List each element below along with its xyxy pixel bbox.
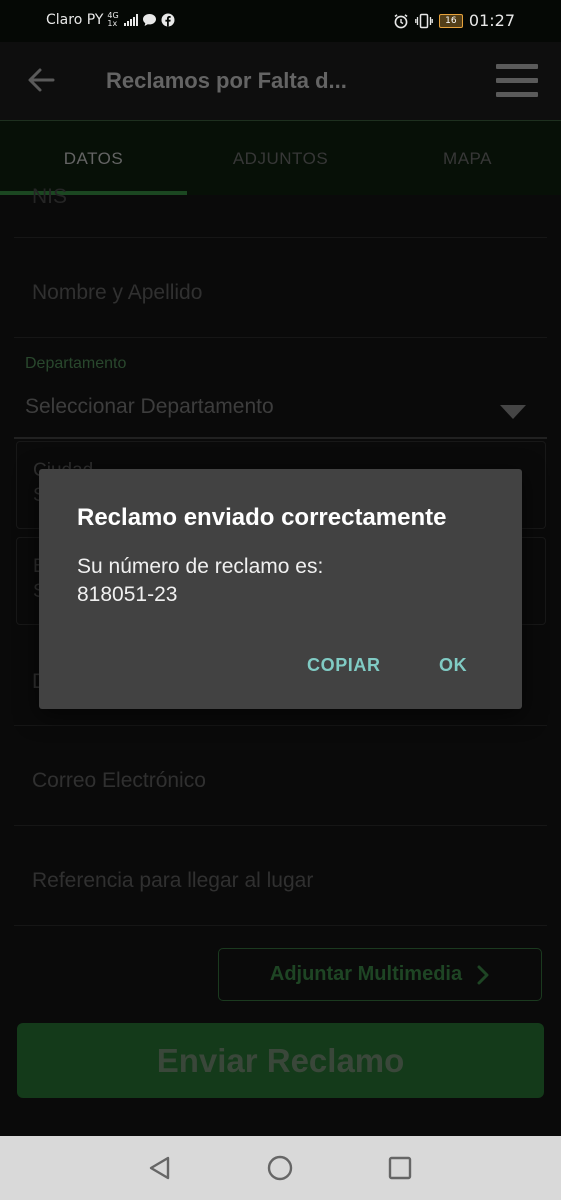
confirmation-dialog: Reclamo enviado correctamente Su número … <box>39 469 522 709</box>
carrier-name: Claro PY <box>46 12 104 28</box>
dialog-message-line: Su número de reclamo es: <box>77 555 324 578</box>
network-type: 4G 1x <box>107 11 119 28</box>
vibrate-icon <box>415 13 433 28</box>
chat-bubble-icon <box>142 14 156 26</box>
copy-button[interactable]: COPIAR <box>307 655 381 676</box>
status-left: Claro PY 4G 1x <box>46 12 175 28</box>
system-nav-bar <box>0 1136 561 1200</box>
claim-number: 818051-23 <box>77 583 178 606</box>
status-right: 16 01:27 <box>393 11 515 30</box>
battery-icon: 16 <box>438 13 463 28</box>
back-triangle-icon[interactable] <box>147 1155 173 1181</box>
dialog-message: Su número de reclamo es: 818051-23 <box>77 553 323 609</box>
facebook-icon <box>161 13 175 27</box>
ok-button[interactable]: OK <box>439 655 467 676</box>
status-bar: Claro PY 4G 1x 16 01:27 <box>0 0 561 42</box>
status-time: 01:27 <box>468 11 515 30</box>
recents-square-icon[interactable] <box>387 1155 413 1181</box>
dialog-title: Reclamo enviado correctamente <box>77 504 447 531</box>
signal-icon <box>123 14 138 26</box>
home-circle-icon[interactable] <box>267 1155 293 1181</box>
alarm-icon <box>394 13 408 28</box>
